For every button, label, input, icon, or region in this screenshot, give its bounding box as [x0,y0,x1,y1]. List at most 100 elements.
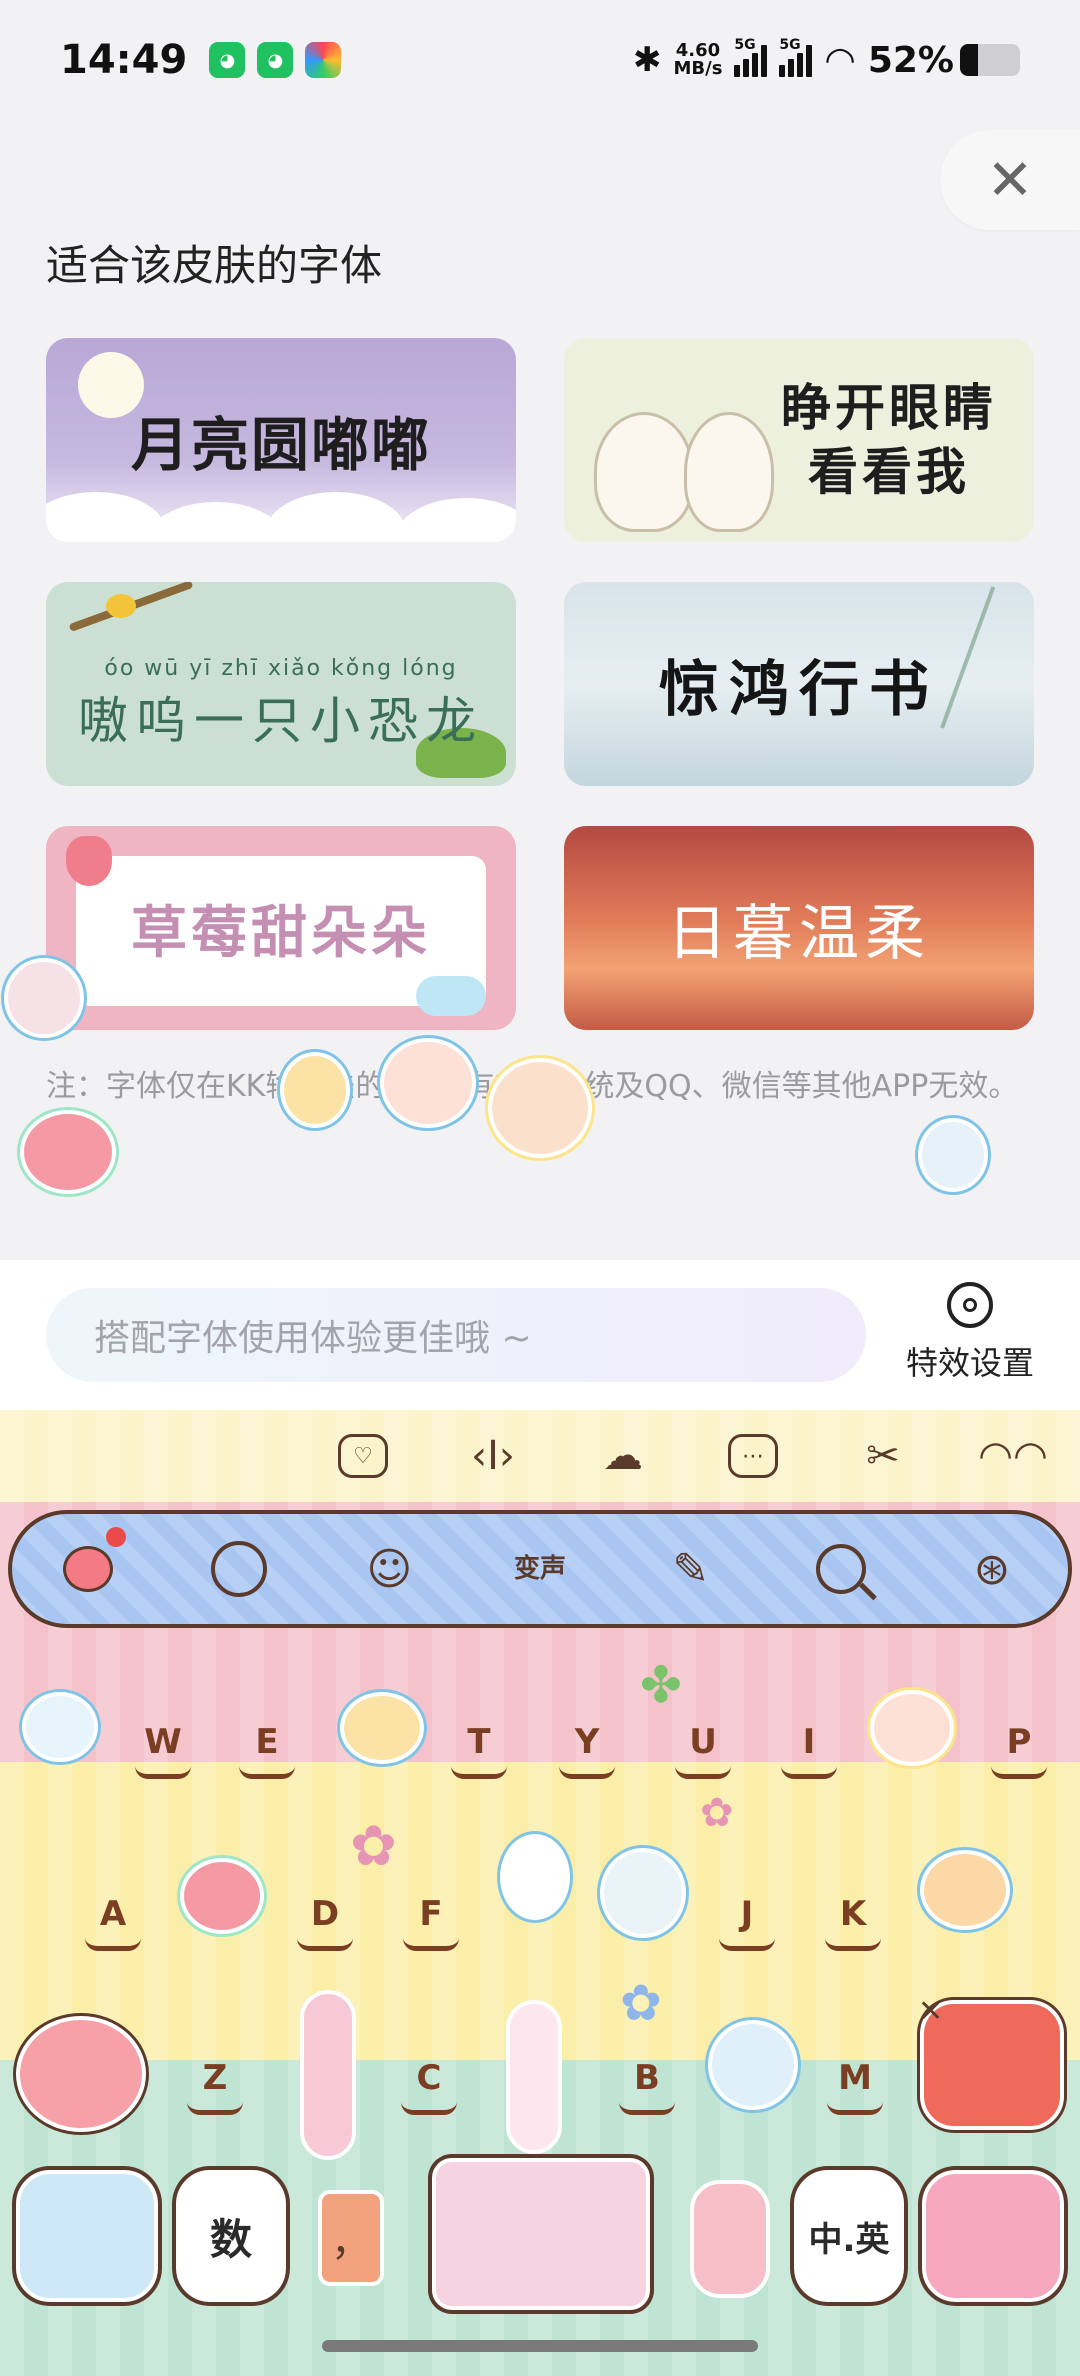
wechat-icon: ◕ [257,42,294,78]
notification-dot [106,1527,126,1547]
close-icon: ✕ [986,147,1034,213]
network-speed: 4.60 MB/s [673,40,723,79]
effect-settings-button[interactable]: 特效设置 [900,1282,1040,1384]
key-w[interactable]: W [128,1722,198,1779]
key-x-sticker[interactable] [300,1990,356,2160]
bamboo-illustration [940,586,1034,748]
font-card-label: 睁开眼睛 看看我 [781,378,997,501]
key-k[interactable]: K [818,1894,888,1951]
flower-icon: ✿ [350,1814,397,1879]
space-key[interactable] [432,2158,650,2310]
font-card-open-eyes[interactable]: 睁开眼睛 看看我 [564,338,1034,542]
mask-icon[interactable]: ◠◠ [976,1426,1050,1486]
language-switch-key[interactable]: 中.英 [794,2170,904,2302]
home-indicator[interactable] [322,2340,758,2352]
flower-icon: ✿ [700,1790,734,1836]
symbol-key[interactable] [16,2170,158,2302]
font-card-strawberry[interactable]: 草莓甜朵朵 [46,826,516,1030]
key-p[interactable]: P [984,1722,1054,1779]
key-j[interactable]: J [712,1894,782,1951]
notification-icons: ◕ ◕ [209,42,342,78]
key-o-sticker[interactable] [870,1690,954,1766]
heart-chat-icon[interactable]: ♡ [326,1426,400,1486]
font-card-calligraphy[interactable]: 惊鸿行书 [564,582,1034,786]
key-u[interactable]: U [668,1722,738,1779]
strawberry-sticker [20,1110,116,1194]
dog-illustration [684,412,774,532]
status-bar: 14:49 ◕ ◕ ✱ 4.60 MB/s 5G 5G ◠ 52% [0,0,1080,120]
font-card-pinyin: óo wū yī zhī xiǎo kǒng lóng [104,655,458,681]
key-m[interactable]: M [820,2058,890,2115]
key-f[interactable]: F [396,1894,466,1951]
status-time: 14:49 [60,37,188,83]
key-s-sticker[interactable] [180,1858,264,1934]
function-bar: ☺ 变声 ✎ ⊛ [8,1510,1072,1628]
section-title: 适合该皮肤的字体 [46,241,383,290]
enter-key[interactable] [922,2170,1064,2302]
font-card-sunset[interactable]: 日暮温柔 [564,826,1034,1030]
fan-icon[interactable]: ⊛ [956,1533,1028,1605]
cloud-icon [416,976,486,1016]
wifi-icon: ◠ [824,39,856,81]
emoticon-icon[interactable]: ☺ [353,1533,425,1605]
effect-settings-label: 特效设置 [905,1344,1034,1382]
dog-illustration [594,412,694,532]
hamster-watermelon-sticker [380,1038,476,1128]
wechat-icon: ◕ [209,42,246,78]
key-g-sticker[interactable] [500,1834,570,1920]
strawberry-icon [66,836,112,886]
key-t[interactable]: T [444,1722,514,1779]
handwriting-icon[interactable]: ✎ [655,1533,727,1605]
delete-key[interactable]: ✕ [918,1994,1064,2130]
key-c[interactable]: C [394,2058,464,2115]
voice-change-button[interactable]: 变声 [504,1533,576,1605]
key-r-sticker[interactable] [340,1692,424,1764]
font-card-label: 日暮温柔 [667,898,931,969]
keyboard-icon[interactable]: ⋯ [716,1426,790,1486]
delete-icon: ✕ [918,1994,944,2029]
flower-icon: ✿ [620,1974,662,2032]
number-key[interactable]: 数 [176,2170,286,2302]
key-v-sticker[interactable] [506,2000,562,2154]
key-b[interactable]: B [612,2058,682,2115]
key-i[interactable]: I [774,1722,844,1779]
bear-sticker [918,1118,988,1192]
bluetooth-icon: ✱ [632,40,662,80]
comma-key[interactable]: ， [318,2190,384,2286]
keyboard: ♡ ‹Ι› ☁ ⋯ ✂ ◠◠ ☺ 变声 ✎ ⊛ W E T Y U I P ✤ … [0,1410,1080,2376]
key-h-sticker[interactable] [600,1848,686,1938]
font-card-moon[interactable]: 月亮圆嘟嘟 [46,338,516,542]
key-a[interactable]: A [78,1894,148,1951]
signal-icon: 5G [779,37,813,77]
apple-icon[interactable] [52,1527,126,1605]
keyboard-toolbar: ♡ ‹Ι› ☁ ⋯ ✂ ◠◠ [0,1410,1080,1502]
hamster-sticker [280,1052,350,1128]
battery: 52% [868,40,1020,81]
font-card-dinosaur[interactable]: óo wū yī zhī xiǎo kǒng lóng 嗷呜一只小恐龙 [46,582,516,786]
scissors-icon[interactable]: ✂ [846,1426,920,1486]
shift-key[interactable] [16,2016,146,2132]
period-key[interactable] [690,2180,770,2298]
cursor-move-icon[interactable]: ‹Ι› [456,1426,530,1486]
key-y[interactable]: Y [552,1722,622,1779]
font-card-label: 惊鸿行书 [659,654,939,725]
search-icon[interactable] [805,1533,877,1605]
font-card-label: 嗷呜一只小恐龙 [78,691,484,750]
key-e[interactable]: E [232,1722,302,1779]
gear-icon [947,1282,993,1328]
bird-illustration [106,594,136,618]
emoji-icon[interactable] [203,1533,275,1605]
close-button[interactable]: ✕ [940,130,1080,230]
battery-icon [960,44,1020,76]
key-d[interactable]: D [290,1894,360,1951]
clover-icon: ✤ [640,1656,682,1714]
input-strip: 搭配字体使用体验更佳哦 ~ 特效设置 [0,1260,1080,1410]
key-n-sticker[interactable] [708,2020,798,2110]
app-notification-icon [305,42,342,78]
key-z[interactable]: Z [180,2058,250,2115]
key-q-sticker[interactable] [22,1692,98,1762]
ghost-icon[interactable]: ☁ [586,1426,660,1486]
status-right: ✱ 4.60 MB/s 5G 5G ◠ 52% [632,37,1020,81]
key-l-sticker[interactable] [920,1850,1010,1930]
text-input[interactable]: 搭配字体使用体验更佳哦 ~ [46,1288,866,1382]
